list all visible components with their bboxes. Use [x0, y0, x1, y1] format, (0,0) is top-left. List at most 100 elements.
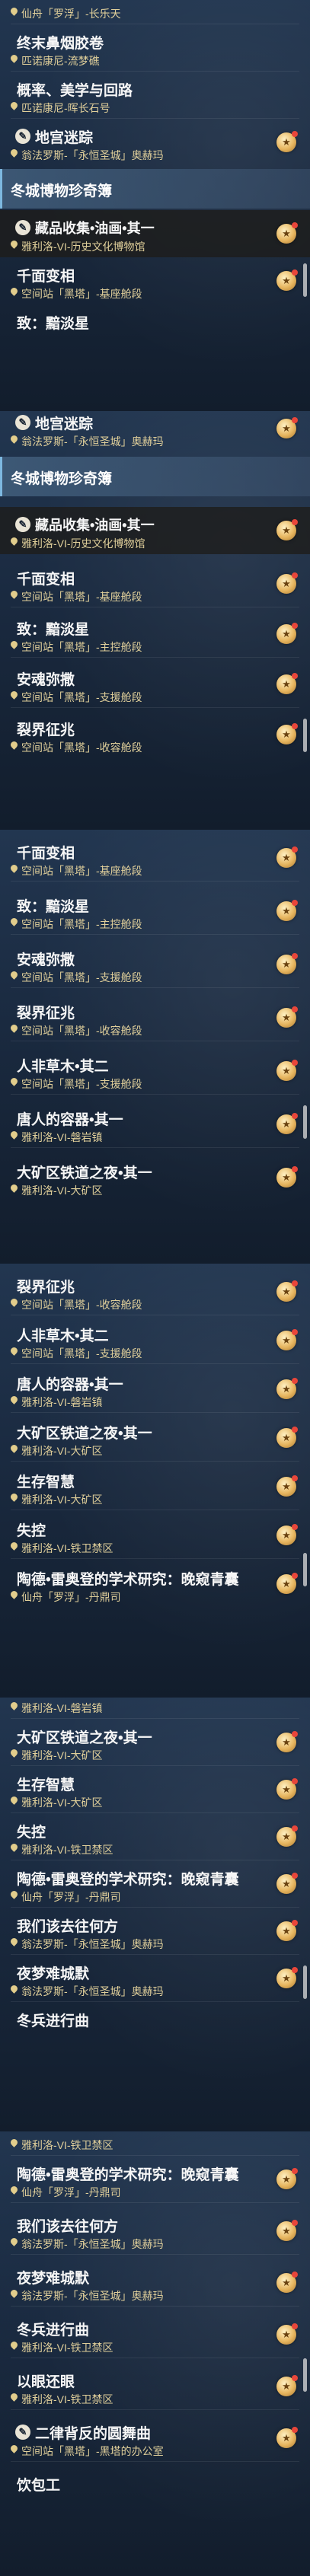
item-title: 二律背反的圆舞曲: [35, 2426, 152, 2442]
new-badge-icon: ★: [276, 723, 298, 744]
list-item[interactable]: 裂界征兆 空间站「黑塔」-收容舱段 ★: [0, 711, 310, 758]
list-item[interactable]: 终末鼻烟胶卷 匹诺康尼-流梦礁: [0, 24, 310, 72]
list-item[interactable]: 冬兵进行曲: [0, 2002, 310, 2049]
scrollbar[interactable]: [303, 1105, 307, 1139]
list-item[interactable]: 裂界征兆 空间站「黑塔」-收容舱段 ★: [0, 994, 310, 1041]
scrollbar[interactable]: [303, 263, 307, 297]
list-item[interactable]: 饮包工: [0, 2466, 310, 2514]
book-icon: ✎: [15, 220, 30, 235]
divider: [11, 707, 299, 708]
item-title: 安魂弥撒: [17, 952, 75, 968]
list-item[interactable]: 大矿区铁道之夜•其一 雅利洛-VI-大矿区 ★: [0, 1154, 310, 1201]
item-title: 夜梦难城默: [17, 1966, 90, 1982]
new-badge-icon: ★: [276, 1475, 298, 1497]
list-item[interactable]: 人非草木•其二 空间站「黑塔」-支援舱段 ★: [0, 1047, 310, 1095]
list-item[interactable]: 千面变相 空间站「黑塔」-基座舱段 ★: [0, 257, 310, 304]
section-header[interactable]: 冬城博物珍奇簿: [0, 457, 310, 496]
divider: [11, 987, 299, 988]
list-item[interactable]: 人非草木•其二 空间站「黑塔」-支援舱段 ★: [0, 1317, 310, 1364]
screenshot-segment-3: 千面变相 空间站「黑塔」-基座舱段 ★ 致：黯淡星 空间站「黑塔」-主控舱段 ★…: [0, 830, 310, 1264]
item-title: 藏品收集•油画•其一: [35, 221, 155, 236]
item-location: 匹诺康尼-流梦礁: [21, 55, 100, 67]
book-icon: ✎: [15, 415, 30, 430]
item-location: 雅利洛-VI-大矿区: [21, 1797, 103, 1809]
list-item[interactable]: 失控 雅利洛-VI-铁卫禁区 ★: [0, 1512, 310, 1559]
item-location: 仙舟「罗浮」-丹鼎司: [21, 1591, 121, 1603]
new-badge-icon: ★: [276, 1329, 298, 1350]
list-item[interactable]: 雅利洛-VI-铁卫禁区: [0, 2131, 310, 2156]
scrollbar[interactable]: [303, 1965, 307, 1999]
item-location: 雅利洛-VI-铁卫禁区: [21, 1542, 113, 1554]
item-location: 空间站「黑塔」-基座舱段: [21, 288, 142, 300]
item-title: 人非草木•其二: [17, 1059, 109, 1075]
divider: [11, 2202, 299, 2203]
list-item[interactable]: 失控 雅利洛-VI-铁卫禁区 ★: [0, 1813, 310, 1860]
list-item[interactable]: 雅利洛-VI-磐岩镇: [0, 1698, 310, 1719]
item-location: 雅利洛-VI-铁卫禁区: [21, 1844, 113, 1856]
list-item[interactable]: 致：黯淡星 空间站「黑塔」-主控舱段 ★: [0, 611, 310, 658]
divider: [11, 1412, 299, 1413]
divider: [11, 1363, 299, 1364]
screenshot-segment-6: 雅利洛-VI-铁卫禁区 陶德•雷奥登的学术研究：晚窥青囊 仙舟「罗浮」-丹鼎司 …: [0, 2131, 310, 2576]
item-title: 人非草木•其二: [17, 1328, 109, 1344]
new-badge-icon: ★: [276, 2220, 298, 2241]
list-item[interactable]: 唐人的容器•其一 雅利洛-VI-磐岩镇 ★: [0, 1101, 310, 1148]
list-item[interactable]: 千面变相 空间站「黑塔」-基座舱段 ★: [0, 560, 310, 607]
scrollbar[interactable]: [303, 1553, 307, 1586]
item-title: 失控: [17, 1523, 46, 1539]
new-badge-icon: ★: [276, 623, 298, 644]
scrollbar[interactable]: [303, 2358, 307, 2392]
divider: [11, 2254, 299, 2255]
list-item[interactable]: 大矿区铁道之夜•其一 雅利洛-VI-大矿区 ★: [0, 1719, 310, 1766]
new-badge-icon: ★: [276, 1006, 298, 1028]
list-item[interactable]: 以眼还眼 雅利洛-VI-铁卫禁区 ★: [0, 2358, 310, 2410]
section-header[interactable]: 冬城博物珍奇簿: [0, 169, 310, 209]
item-location: 空间站「黑塔」-基座舱段: [21, 591, 142, 603]
list-item[interactable]: 安魂弥撒 空间站「黑塔」-支援舱段 ★: [0, 941, 310, 988]
scrollbar[interactable]: [303, 719, 307, 752]
list-item[interactable]: 生存智慧 雅利洛-VI-大矿区 ★: [0, 1766, 310, 1813]
list-item[interactable]: 裂界征兆 空间站「黑塔」-收容舱段 ★: [0, 1268, 310, 1315]
item-location: 仙舟「罗浮」-长乐天: [21, 8, 121, 20]
list-item[interactable]: ✎ 藏品收集•油画•其一 雅利洛-VI-历史文化博物馆 ★: [0, 210, 310, 257]
item-title: 致：黯淡星: [17, 316, 90, 332]
list-item[interactable]: ✎ 二律背反的圆舞曲 空间站「黑塔」-黑塔的办公室 ★: [0, 2415, 310, 2462]
list-item[interactable]: 千面变相 空间站「黑塔」-基座舱段 ★: [0, 834, 310, 882]
list-item[interactable]: 陶德•雷奥登的学术研究：晚窥青囊 仙舟「罗浮」-丹鼎司 ★: [0, 1860, 310, 1908]
list-item[interactable]: 我们该去往何方 翁法罗斯-「永恒圣城」奥赫玛 ★: [0, 2208, 310, 2255]
list-item[interactable]: 概率、美学与回路 匹诺康尼-晖长石号: [0, 72, 310, 119]
list-item[interactable]: 致：黯淡星: [0, 304, 310, 352]
list-item[interactable]: 陶德•雷奥登的学术研究：晚窥青囊 仙舟「罗浮」-丹鼎司 ★: [0, 1553, 310, 1608]
item-location: 翁法罗斯-「永恒圣城」奥赫玛: [21, 1985, 164, 1997]
list-item[interactable]: 大矿区铁道之夜•其一 雅利洛-VI-大矿区 ★: [0, 1414, 310, 1462]
item-title: 地宫迷踪: [35, 416, 94, 432]
new-badge-icon: ★: [276, 1113, 298, 1134]
list-item[interactable]: 冬兵进行曲 雅利洛-VI-铁卫禁区 ★: [0, 2311, 310, 2358]
item-title: 唐人的容器•其一: [17, 1377, 123, 1393]
new-badge-icon: ★: [276, 1524, 298, 1545]
item-title: 唐人的容器•其一: [17, 1112, 123, 1128]
list-item[interactable]: ✎ 藏品收集•油画•其一 雅利洛-VI-历史文化博物馆 ★: [0, 507, 310, 554]
new-badge-icon: ★: [276, 1967, 298, 1988]
list-item[interactable]: 致：黯淡星 空间站「黑塔」-主控舱段 ★: [0, 888, 310, 935]
list-item[interactable]: 夜梦难城默 翁法罗斯-「永恒圣城」奥赫玛 ★: [0, 2259, 310, 2307]
list-item[interactable]: 唐人的容器•其一 雅利洛-VI-磐岩镇 ★: [0, 1366, 310, 1413]
list-item[interactable]: ✎ 地宫迷踪 翁法罗斯-「永恒圣城」奥赫玛 ★: [0, 119, 310, 166]
book-icon: ✎: [15, 2425, 30, 2440]
list-item[interactable]: 生存智慧 雅利洛-VI-大矿区 ★: [0, 1463, 310, 1510]
item-title: 千面变相: [17, 846, 75, 862]
list-item[interactable]: 我们该去往何方 翁法罗斯-「永恒圣城」奥赫玛 ★: [0, 1908, 310, 1955]
item-location: 空间站「黑塔」-支援舱段: [21, 1347, 142, 1360]
list-item[interactable]: 安魂弥撒 空间站「黑塔」-支援舱段 ★: [0, 661, 310, 708]
section-title: 冬城博物珍奇簿: [11, 183, 113, 199]
list-item[interactable]: 陶德•雷奥登的学术研究：晚窥青囊 仙舟「罗浮」-丹鼎司 ★: [0, 2156, 310, 2203]
new-badge-icon: ★: [276, 417, 298, 438]
list-item[interactable]: 仙舟「罗浮」-长乐天: [0, 0, 310, 24]
new-badge-icon: ★: [276, 1166, 298, 1188]
list-item[interactable]: ✎ 地宫迷踪 翁法罗斯-「永恒圣城」奥赫玛 ★: [0, 411, 310, 452]
item-title: 大矿区铁道之夜•其一: [17, 1730, 152, 1746]
list-item[interactable]: 夜梦难城默 翁法罗斯-「永恒圣城」奥赫玛 ★: [0, 1955, 310, 2002]
item-location: 雅利洛-VI-历史文化博物馆: [21, 537, 145, 550]
new-badge-icon: ★: [276, 2272, 298, 2293]
item-location: 翁法罗斯-「永恒圣城」奥赫玛: [21, 149, 164, 161]
